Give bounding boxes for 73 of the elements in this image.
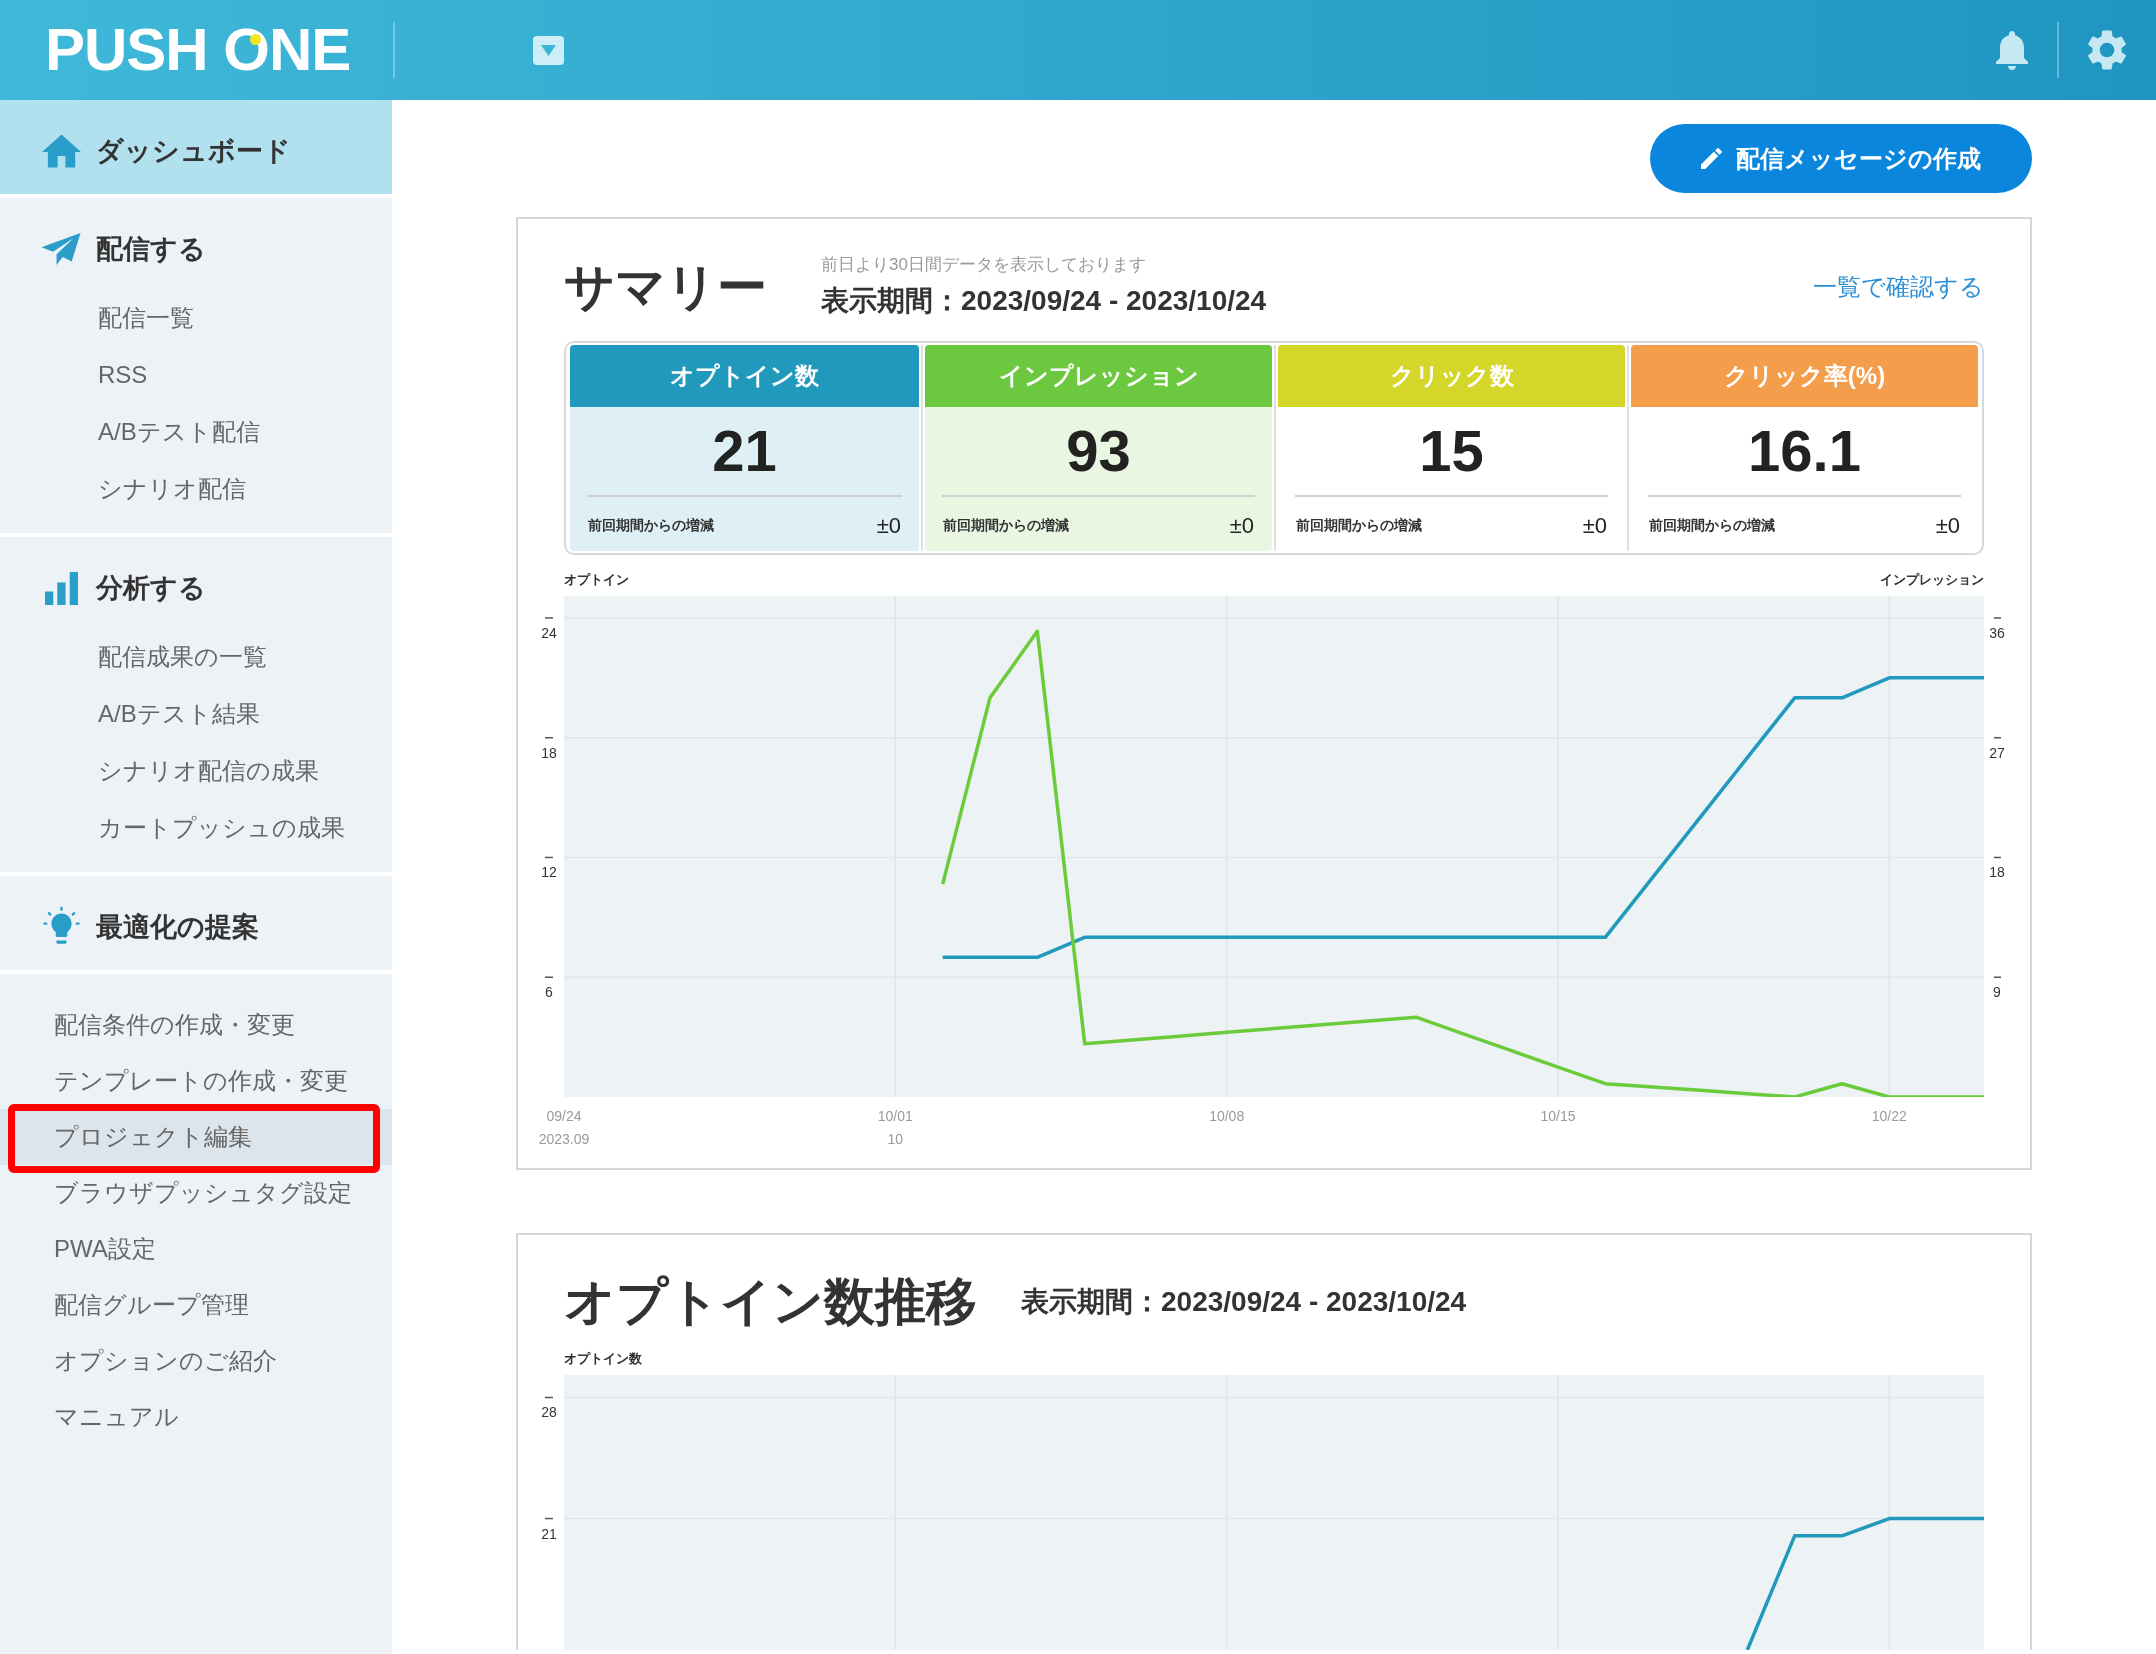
metric-value: 15 <box>1419 422 1484 480</box>
metric-card-header: クリック数 <box>1278 345 1625 407</box>
x-axis-label: 10/22 <box>1871 1108 1907 1124</box>
x-axis-sublabel: 2023.09 <box>538 1131 590 1147</box>
y-axis-label: 12 <box>541 864 557 881</box>
section-title: オプトイン数推移 <box>564 1272 977 1332</box>
display-period: 表示期間：2023/09/24 - 2023/10/24 <box>821 284 1267 318</box>
sidebar-link[interactable]: A/Bテスト配信 <box>0 403 392 460</box>
y-axis-label: 6 <box>545 984 553 1001</box>
y-axis-label: 18 <box>1989 864 2005 881</box>
sidebar-link[interactable]: オプションのご紹介 <box>0 1333 392 1389</box>
x-axis-label: 10/08 <box>1209 1108 1245 1124</box>
metric-card-header: オプトイン数 <box>570 345 919 407</box>
create-message-button[interactable]: 配信メッセージの作成 <box>1650 124 2032 193</box>
sidebar-section-header[interactable]: 分析する <box>0 568 392 608</box>
sidebar-link[interactable]: A/Bテスト結果 <box>0 685 392 742</box>
bell-icon[interactable] <box>1996 30 2028 70</box>
metric-value: 21 <box>712 422 777 480</box>
change-value: ±0 <box>876 511 901 540</box>
change-label: 前回期間からの増減 <box>1649 515 1775 535</box>
y-axis-label: 18 <box>541 744 557 761</box>
y-axis-label: 21 <box>541 1525 557 1542</box>
axis-title: オプトイン <box>564 572 629 587</box>
metric-value: 16.1 <box>1748 422 1861 480</box>
metric-card-header: クリック率(%) <box>1631 345 1978 407</box>
y-axis-label: 24 <box>541 624 557 641</box>
change-value: ±0 <box>1229 511 1254 540</box>
sidebar-link[interactable]: 配信グループ管理 <box>0 1277 392 1333</box>
pencil-icon <box>1701 148 1722 169</box>
axis-title: インプレッション <box>1880 572 1984 587</box>
metric-value: 93 <box>1066 422 1131 480</box>
sidebar-link[interactable]: カートプッシュの成果 <box>0 799 392 856</box>
change-label: 前回期間からの増減 <box>588 515 714 535</box>
sidebar-link[interactable]: プロジェクト編集 <box>0 1109 392 1165</box>
sidebar-link[interactable]: マニュアル <box>0 1389 392 1445</box>
sidebar-nav-item[interactable]: 最適化の提案 <box>0 876 392 970</box>
sidebar-link[interactable]: PWA設定 <box>0 1221 392 1277</box>
bar-chart-icon <box>44 571 78 605</box>
sidebar-link[interactable]: 配信一覧 <box>0 289 392 346</box>
metric-card[interactable]: インプレッション 93 前回期間からの増減 ±0 <box>925 345 1272 551</box>
sidebar-link[interactable]: シナリオ配信 <box>0 460 392 517</box>
sidebar-section-header[interactable]: 配信する <box>0 229 392 269</box>
paper-plane-icon <box>41 233 81 265</box>
x-axis-label: 10/15 <box>1540 1108 1576 1124</box>
change-label: 前回期間からの増減 <box>1296 515 1422 535</box>
sidebar-nav-item[interactable]: ダッシュボード <box>0 100 392 194</box>
y-axis-label: 9 <box>1993 984 2001 1001</box>
y-axis-label: 36 <box>1989 624 2005 641</box>
sidebar-link[interactable]: 配信条件の作成・変更 <box>0 997 392 1053</box>
view-list-link[interactable]: 一覧で確認する <box>1813 268 1984 305</box>
data-range-note: 前日より30日間データを表示しております <box>821 255 1147 275</box>
display-period: 表示期間：2023/09/24 - 2023/10/24 <box>1021 1285 1467 1319</box>
settings-icon[interactable] <box>2088 30 2126 70</box>
home-icon <box>41 134 81 168</box>
dropdown-icon[interactable] <box>533 35 564 65</box>
section-title: サマリー <box>564 257 767 317</box>
metric-card[interactable]: オプトイン数 21 前回期間からの増減 ±0 <box>570 345 919 551</box>
metric-card-header: インプレッション <box>925 345 1272 407</box>
logo: PUSH ONE <box>45 20 351 80</box>
sidebar-link[interactable]: RSS <box>0 346 392 403</box>
sidebar-link[interactable]: 配信成果の一覧 <box>0 628 392 685</box>
change-label: 前回期間からの増減 <box>943 515 1069 535</box>
y-axis-label: 27 <box>1989 744 2005 761</box>
axis-title: オプトイン数 <box>564 1351 642 1366</box>
x-axis-label: 09/24 <box>546 1108 582 1124</box>
sidebar-link[interactable]: テンプレートの作成・変更 <box>0 1053 392 1109</box>
change-value: ±0 <box>1935 511 1960 540</box>
y-axis-label: 28 <box>541 1404 557 1421</box>
x-axis-sublabel: 10 <box>887 1131 904 1147</box>
sidebar-link[interactable]: シナリオ配信の成果 <box>0 742 392 799</box>
x-axis-label: 10/01 <box>877 1108 913 1124</box>
change-value: ±0 <box>1582 511 1607 540</box>
sidebar-link[interactable]: ブラウザプッシュタグ設定 <box>0 1165 392 1221</box>
